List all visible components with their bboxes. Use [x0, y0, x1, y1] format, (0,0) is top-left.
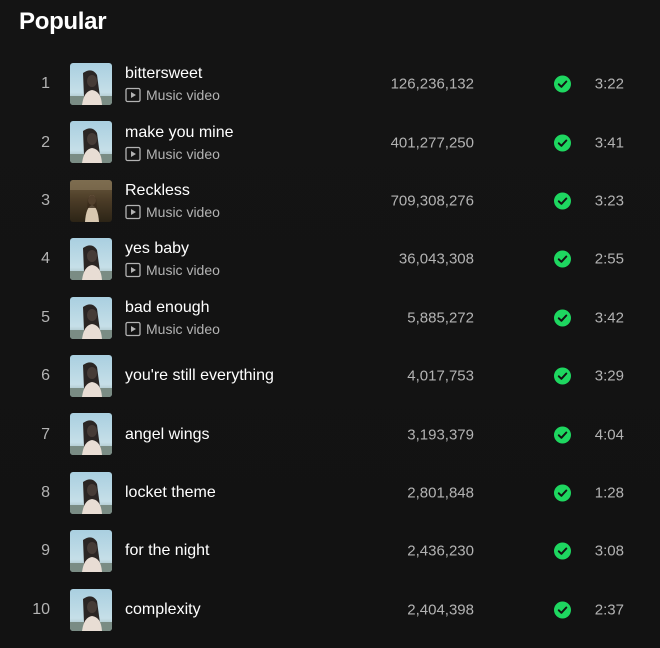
track-row[interactable]: 3 Reckless Music video 709,308,276 3:23	[0, 172, 660, 230]
album-cover	[70, 588, 112, 631]
track-duration: 3:41	[594, 134, 624, 152]
track-duration: 1:28	[594, 484, 624, 502]
track-duration: 3:42	[594, 309, 624, 327]
track-duration: 2:55	[594, 250, 624, 268]
track-list: 1 bittersweet Music video 126,236,132 3:…	[0, 55, 660, 639]
music-video-label: Music video	[146, 87, 220, 104]
album-cover	[70, 238, 112, 281]
album-cover	[70, 63, 112, 105]
saved-check-icon[interactable]	[554, 75, 571, 93]
track-duration: 3:08	[594, 542, 624, 560]
track-info: Reckless Music video	[125, 172, 220, 230]
track-title[interactable]: yes baby	[125, 239, 220, 259]
track-row[interactable]: 9 for the night 2,436,230 3:08	[0, 522, 660, 580]
track-duration: 3:29	[594, 367, 624, 385]
album-cover	[70, 121, 112, 164]
music-video-label: Music video	[146, 320, 220, 337]
track-number: 6	[41, 367, 50, 385]
track-info: angel wings	[125, 405, 210, 463]
track-row[interactable]: 2 make you mine Music video 401,277,250 …	[0, 113, 660, 171]
play-count: 2,801,848	[407, 484, 474, 502]
track-title[interactable]: locket theme	[125, 483, 216, 503]
music-video-label: Music video	[146, 203, 220, 220]
music-video-link[interactable]: Music video	[125, 261, 220, 279]
track-title[interactable]: bad enough	[125, 298, 220, 318]
track-title[interactable]: make you mine	[125, 123, 234, 143]
track-title[interactable]: bittersweet	[125, 64, 220, 84]
saved-check-icon[interactable]	[554, 426, 571, 444]
music-video-label: Music video	[146, 262, 220, 279]
track-number: 8	[41, 483, 50, 501]
popular-tracks-panel: Popular 1 bittersweet Music video 126,23…	[0, 0, 660, 648]
track-info: complexity	[125, 581, 201, 639]
track-duration: 3:23	[594, 192, 624, 210]
music-video-icon	[125, 321, 141, 337]
track-duration: 4:04	[594, 426, 624, 444]
track-row[interactable]: 6 you're still everything 4,017,753 3:29	[0, 347, 660, 405]
track-info: bittersweet Music video	[125, 55, 220, 113]
track-number: 2	[41, 133, 50, 151]
music-video-icon	[125, 146, 141, 162]
play-count: 126,236,132	[390, 75, 474, 93]
play-count: 401,277,250	[390, 134, 474, 152]
track-info: bad enough Music video	[125, 289, 220, 347]
track-duration: 2:37	[594, 601, 624, 619]
music-video-link[interactable]: Music video	[125, 320, 220, 338]
saved-check-icon[interactable]	[554, 192, 571, 210]
music-video-icon	[125, 204, 141, 220]
saved-check-icon[interactable]	[554, 601, 571, 619]
saved-check-icon[interactable]	[554, 484, 571, 502]
music-video-icon	[125, 87, 141, 103]
saved-check-icon[interactable]	[554, 250, 571, 268]
track-row[interactable]: 10 complexity 2,404,398 2:37	[0, 581, 660, 639]
play-count: 709,308,276	[390, 192, 474, 210]
track-info: locket theme	[125, 464, 216, 522]
music-video-label: Music video	[146, 145, 220, 162]
music-video-icon	[125, 262, 141, 278]
track-info: for the night	[125, 522, 210, 580]
track-info: yes baby Music video	[125, 230, 220, 288]
track-number: 5	[41, 308, 50, 326]
album-cover	[70, 354, 112, 397]
album-cover	[70, 413, 112, 456]
album-cover	[70, 471, 112, 514]
track-info: you're still everything	[125, 347, 274, 405]
track-title[interactable]: Reckless	[125, 181, 220, 201]
section-title: Popular	[19, 8, 107, 35]
saved-check-icon[interactable]	[554, 367, 571, 385]
track-title[interactable]: complexity	[125, 600, 201, 620]
play-count: 5,885,272	[407, 309, 474, 327]
track-row[interactable]: 7 angel wings 3,193,379 4:04	[0, 405, 660, 463]
saved-check-icon[interactable]	[554, 134, 571, 152]
track-number: 7	[41, 425, 50, 443]
track-number: 1	[41, 75, 50, 93]
track-number: 9	[41, 542, 50, 560]
track-duration: 3:22	[594, 75, 624, 93]
track-row[interactable]: 8 locket theme 2,801,848 1:28	[0, 464, 660, 522]
album-cover	[70, 530, 112, 573]
music-video-link[interactable]: Music video	[125, 145, 234, 163]
track-number: 3	[41, 191, 50, 209]
play-count: 2,404,398	[407, 601, 474, 619]
music-video-link[interactable]: Music video	[125, 86, 220, 104]
track-title[interactable]: you're still everything	[125, 366, 274, 386]
play-count: 3,193,379	[407, 426, 474, 444]
track-number: 4	[41, 250, 50, 268]
play-count: 4,017,753	[407, 367, 474, 385]
track-number: 10	[32, 600, 50, 618]
track-title[interactable]: angel wings	[125, 425, 210, 445]
album-cover	[70, 179, 112, 222]
saved-check-icon[interactable]	[554, 309, 571, 327]
track-row[interactable]: 1 bittersweet Music video 126,236,132 3:…	[0, 55, 660, 113]
play-count: 36,043,308	[398, 250, 474, 268]
track-title[interactable]: for the night	[125, 541, 210, 561]
track-row[interactable]: 5 bad enough Music video 5,885,272 3:42	[0, 289, 660, 347]
play-count: 2,436,230	[407, 542, 474, 560]
album-cover	[70, 296, 112, 339]
saved-check-icon[interactable]	[554, 542, 571, 560]
music-video-link[interactable]: Music video	[125, 203, 220, 221]
track-info: make you mine Music video	[125, 113, 234, 171]
track-row[interactable]: 4 yes baby Music video 36,043,308 2:55	[0, 230, 660, 288]
